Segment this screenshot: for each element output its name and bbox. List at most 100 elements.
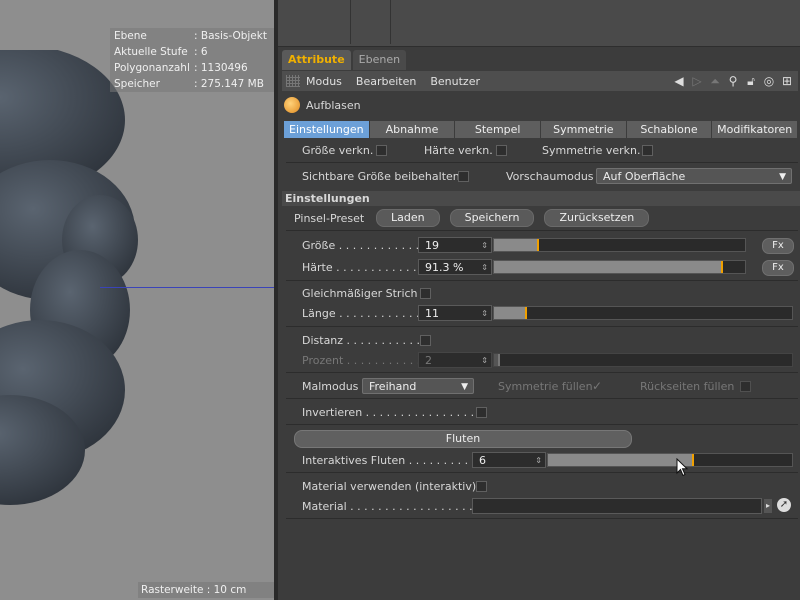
paint-mode-value: Freihand bbox=[369, 380, 417, 393]
hardness-slider[interactable] bbox=[493, 260, 746, 274]
subtab-symmetrie[interactable]: Symmetrie bbox=[541, 121, 626, 138]
target-icon[interactable]: ◎ bbox=[762, 74, 776, 88]
visible-size-label: Sichtbare Größe beibehalten bbox=[302, 169, 460, 183]
subtab-abnahme[interactable]: Abnahme bbox=[369, 121, 455, 138]
3d-viewport[interactable]: Ebene: Basis-Objekt Aktuelle Stufe: 6 Po… bbox=[0, 0, 276, 600]
hardness-link-label: Härte verkn. bbox=[424, 143, 493, 157]
search-icon[interactable]: ⚲ bbox=[726, 74, 740, 88]
material-label: Material . . . . . . . . . . . . . . . .… bbox=[302, 499, 494, 513]
subtab-schablone[interactable]: Schablone bbox=[626, 121, 712, 138]
tab-ebenen[interactable]: Ebenen bbox=[352, 50, 407, 70]
slider-knob bbox=[498, 354, 500, 366]
distance-checkbox[interactable] bbox=[420, 335, 431, 346]
interactive-flood-label: Interaktives Fluten . . . . . . . . . . … bbox=[302, 453, 483, 467]
menu-benutzer[interactable]: Benutzer bbox=[430, 75, 480, 88]
hardness-link-checkbox[interactable] bbox=[496, 145, 507, 156]
tab-attribute[interactable]: Attribute bbox=[282, 50, 351, 70]
spinner-icon[interactable]: ⇕ bbox=[481, 238, 488, 254]
divider bbox=[286, 280, 798, 281]
preset-label: Pinsel-Preset bbox=[294, 211, 365, 225]
length-input[interactable]: 11 ⇕ bbox=[418, 305, 492, 321]
symmetry-fill-label: Symmetrie füllen bbox=[498, 379, 593, 393]
slider-fill bbox=[548, 454, 694, 466]
reset-button[interactable]: Zurücksetzen bbox=[544, 209, 650, 227]
divider bbox=[286, 472, 798, 473]
menu-modus[interactable]: Modus bbox=[306, 75, 342, 88]
slider-fill bbox=[494, 239, 539, 251]
menu-arrow-icon[interactable]: ▸ bbox=[764, 499, 772, 513]
forward-arrow-icon[interactable]: ▷ bbox=[690, 74, 704, 88]
slider-knob[interactable] bbox=[721, 261, 723, 273]
flood-button[interactable]: Fluten bbox=[294, 430, 632, 448]
menu-bearbeiten[interactable]: Bearbeiten bbox=[356, 75, 416, 88]
preview-mode-dropdown[interactable]: Auf Oberfläche ▼ bbox=[596, 168, 792, 184]
interactive-flood-value: 6 bbox=[479, 454, 486, 467]
size-link-label: Größe verkn. bbox=[302, 143, 374, 157]
visible-size-checkbox[interactable] bbox=[458, 171, 469, 182]
length-label: Länge . . . . . . . . . . . . bbox=[302, 306, 420, 320]
slider-knob[interactable] bbox=[692, 454, 694, 466]
size-label: Größe . . . . . . . . . . . . bbox=[302, 238, 420, 252]
hardness-value: 91.3 % bbox=[425, 261, 464, 274]
paint-mode-dropdown[interactable]: Freihand ▼ bbox=[362, 378, 474, 394]
size-fx-button[interactable]: Fx bbox=[762, 238, 794, 254]
slider-fill bbox=[494, 261, 723, 273]
hud-key: Speicher bbox=[114, 78, 160, 90]
top-toolbar-strip bbox=[278, 0, 800, 47]
hardness-input[interactable]: 91.3 % ⇕ bbox=[418, 259, 492, 275]
spinner-icon[interactable]: ⇕ bbox=[481, 306, 488, 322]
stroke-row: Gleichmäßiger Strich bbox=[278, 283, 800, 303]
hud-value: : 275.147 MB bbox=[194, 78, 264, 90]
invert-row: Invertieren . . . . . . . . . . . . . . … bbox=[278, 402, 800, 422]
interactive-flood-input[interactable]: 6 ⇕ bbox=[472, 452, 546, 468]
material-link-field[interactable] bbox=[472, 498, 762, 514]
preview-mode-value: Auf Oberfläche bbox=[603, 170, 686, 183]
hud-value: : 6 bbox=[194, 46, 208, 58]
load-button[interactable]: Laden bbox=[376, 209, 440, 227]
size-slider[interactable] bbox=[493, 238, 746, 252]
chevron-down-icon: ▼ bbox=[779, 172, 786, 182]
divider bbox=[286, 326, 798, 327]
hardness-fx-button[interactable]: Fx bbox=[762, 260, 794, 276]
backface-fill-label: Rückseiten füllen bbox=[640, 379, 735, 393]
preview-mode-label: Vorschaumodus bbox=[506, 169, 594, 183]
sculpt-mesh bbox=[0, 50, 138, 505]
divider bbox=[286, 424, 798, 425]
visible-size-row: Sichtbare Größe beibehalten Vorschaumodu… bbox=[278, 166, 800, 186]
hardness-label: Härte . . . . . . . . . . . . . bbox=[302, 260, 424, 274]
section-header: Einstellungen bbox=[282, 191, 800, 206]
toolbar-cell bbox=[278, 0, 351, 44]
slider-knob[interactable] bbox=[525, 307, 527, 319]
spinner-icon[interactable]: ⇕ bbox=[535, 453, 542, 469]
stroke-checkbox[interactable] bbox=[420, 288, 431, 299]
toolbar-cell bbox=[350, 0, 391, 44]
up-arrow-icon[interactable]: ⏶ bbox=[708, 74, 722, 88]
back-arrow-icon[interactable]: ◀ bbox=[672, 74, 686, 88]
subtab-modifikatoren[interactable]: Modifikatoren bbox=[712, 121, 798, 138]
percent-slider bbox=[493, 353, 793, 367]
new-panel-icon[interactable]: ⊞ bbox=[780, 74, 794, 88]
length-value: 11 bbox=[425, 307, 439, 320]
save-button[interactable]: Speichern bbox=[449, 209, 535, 227]
size-input[interactable]: 19 ⇕ bbox=[418, 237, 492, 253]
spinner-icon[interactable]: ⇕ bbox=[481, 260, 488, 276]
attribute-panel: Attribute Ebenen Modus Bearbeiten Benutz… bbox=[278, 0, 800, 600]
symmetry-link-checkbox[interactable] bbox=[642, 145, 653, 156]
material-use-row: Material verwenden (interaktiv) bbox=[278, 476, 800, 496]
interactive-flood-slider[interactable] bbox=[547, 453, 793, 467]
symmetry-link-label: Symmetrie verkn. bbox=[542, 143, 641, 157]
hud-value: : Basis-Objekt bbox=[194, 30, 267, 42]
size-link-checkbox[interactable] bbox=[376, 145, 387, 156]
slider-knob[interactable] bbox=[537, 239, 539, 251]
subtab-einstellungen[interactable]: Einstellungen bbox=[284, 121, 369, 138]
pick-object-icon[interactable]: ➚ bbox=[777, 498, 791, 512]
material-use-checkbox[interactable] bbox=[476, 481, 487, 492]
length-slider[interactable] bbox=[493, 306, 793, 320]
invert-checkbox[interactable] bbox=[476, 407, 487, 418]
material-row: Material . . . . . . . . . . . . . . . .… bbox=[278, 496, 800, 516]
percent-value: 2 bbox=[425, 354, 432, 367]
lock-icon[interactable]: 🔓︎ bbox=[744, 74, 758, 88]
divider bbox=[286, 372, 798, 373]
grip-icon[interactable] bbox=[286, 75, 300, 87]
subtab-stempel[interactable]: Stempel bbox=[455, 121, 541, 138]
